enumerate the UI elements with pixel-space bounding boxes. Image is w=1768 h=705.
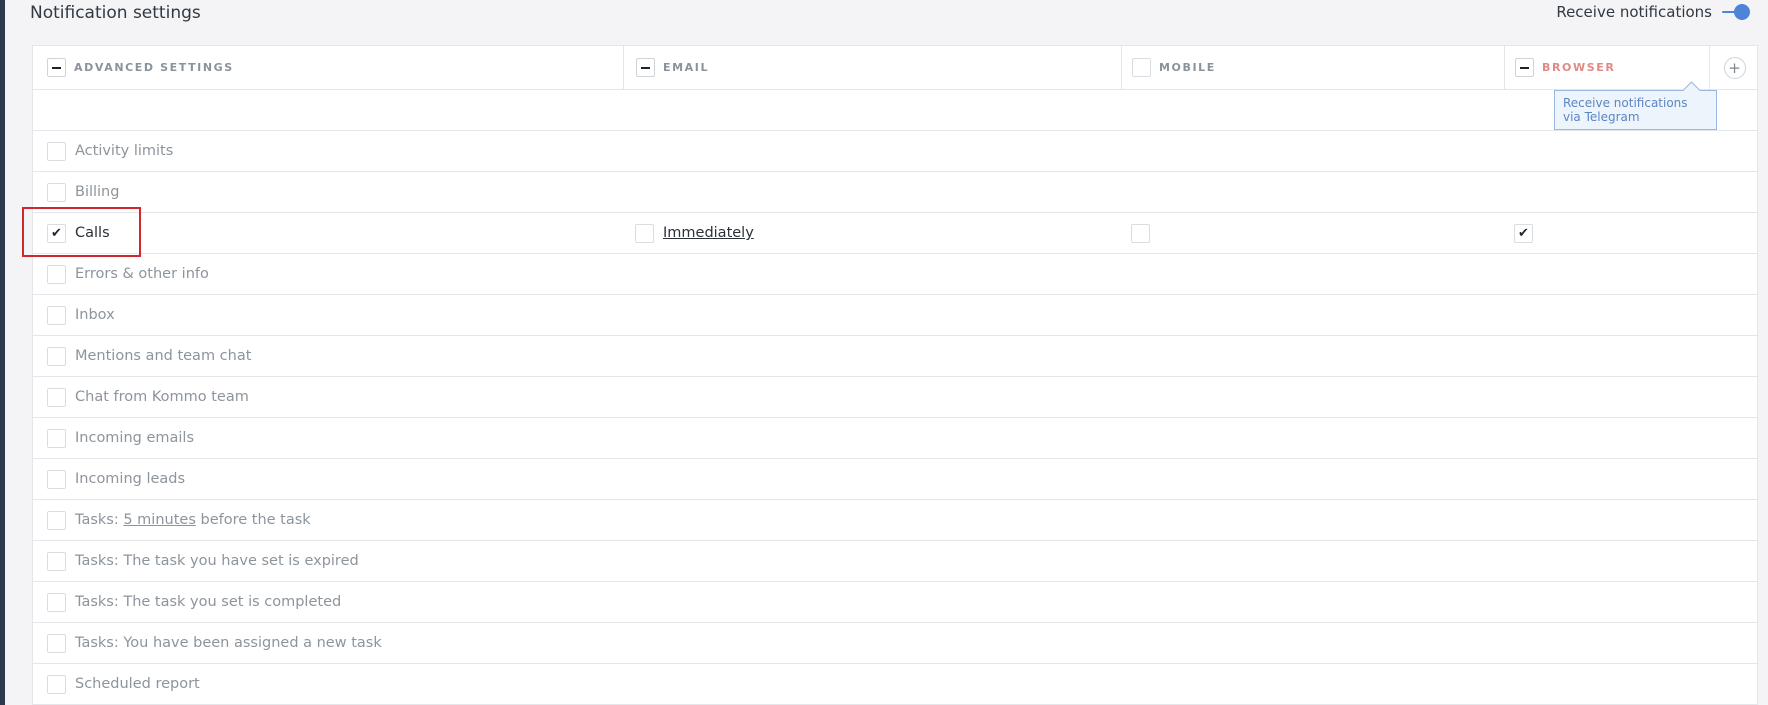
advanced-settings-select-all-checkbox[interactable] — [47, 58, 66, 77]
calls-email-frequency-link[interactable]: Immediately — [663, 225, 754, 241]
row-checkbox[interactable] — [47, 305, 66, 325]
table-row: Billing — [33, 172, 1757, 213]
table-row: Scheduled report — [33, 664, 1757, 705]
row-label: Mentions and team chat — [75, 348, 252, 364]
row-label: Tasks: The task you set is completed — [75, 594, 342, 610]
row-checkbox[interactable] — [47, 510, 66, 530]
header-email-label: EMAIL — [663, 61, 710, 74]
row-checkbox[interactable] — [47, 264, 66, 284]
row-checkbox[interactable] — [47, 633, 66, 653]
row-label: Errors & other info — [75, 266, 209, 282]
toggle-knob — [1734, 4, 1750, 20]
header-mobile-label: MOBILE — [1159, 61, 1216, 74]
calls-checkbox[interactable]: ✔ — [47, 223, 66, 243]
table-row: Activity limits — [33, 131, 1757, 172]
email-select-all-checkbox[interactable] — [636, 58, 655, 77]
row-label: Scheduled report — [75, 676, 200, 692]
row-checkbox[interactable] — [47, 674, 66, 694]
settings-list: Activity limits Billing ✔ Calls Immediat… — [33, 131, 1757, 705]
row-checkbox[interactable] — [47, 469, 66, 489]
table-row: Incoming emails — [33, 418, 1757, 459]
row-label: Tasks: The task you have set is expired — [75, 553, 359, 569]
table-row: Mentions and team chat — [33, 336, 1757, 377]
row-label: Billing — [75, 184, 120, 200]
calls-mobile-checkbox[interactable] — [1131, 223, 1150, 243]
task-reminder-time-link[interactable]: 5 minutes — [123, 512, 196, 528]
table-row: Tasks: You have been assigned a new task — [33, 623, 1757, 664]
calls-browser-checkbox[interactable]: ✔ — [1514, 223, 1533, 243]
table-row-calls: ✔ Calls Immediately ✔ — [33, 213, 1757, 254]
mobile-select-all-checkbox[interactable] — [1132, 58, 1151, 77]
plus-icon: + — [1728, 58, 1741, 77]
row-checkbox[interactable] — [47, 428, 66, 448]
header-browser: BROWSER — [1504, 46, 1709, 89]
notification-settings-panel: ADVANCED SETTINGS EMAIL MOBILE BROWSER +… — [32, 45, 1758, 705]
receive-notifications-toggle[interactable] — [1722, 4, 1750, 20]
row-checkbox[interactable] — [47, 141, 66, 161]
empty-row — [33, 89, 1757, 131]
browser-select-all-checkbox[interactable] — [1515, 58, 1534, 77]
row-label: Incoming emails — [75, 430, 195, 446]
table-header: ADVANCED SETTINGS EMAIL MOBILE BROWSER + — [33, 46, 1757, 90]
row-checkbox[interactable] — [47, 387, 66, 407]
table-row: Incoming leads — [33, 459, 1757, 500]
row-label: Incoming leads — [75, 471, 186, 487]
row-label: Inbox — [75, 307, 115, 323]
receive-notifications-label: Receive notifications — [1556, 3, 1712, 21]
table-row: Chat from Kommo team — [33, 377, 1757, 418]
table-row: Errors & other info — [33, 254, 1757, 295]
left-edge-strip — [0, 0, 5, 705]
header-browser-label: BROWSER — [1542, 61, 1616, 74]
header-advanced-settings: ADVANCED SETTINGS — [33, 46, 623, 89]
row-label-suffix: before the task — [200, 512, 311, 528]
header-advanced-settings-label: ADVANCED SETTINGS — [74, 61, 234, 74]
row-label: Activity limits — [75, 143, 174, 159]
row-checkbox[interactable] — [47, 592, 66, 612]
table-row: Tasks: The task you have set is expired — [33, 541, 1757, 582]
telegram-tooltip: Receive notifications via Telegram — [1554, 90, 1717, 130]
receive-notifications-control[interactable]: Receive notifications — [1556, 3, 1750, 21]
calls-email-checkbox[interactable] — [635, 223, 654, 243]
header-mobile: MOBILE — [1121, 46, 1504, 89]
row-label-prefix: Tasks: — [75, 512, 119, 528]
table-row: Tasks: 5 minutes before the task — [33, 500, 1757, 541]
checkmark-icon: ✔ — [1518, 225, 1529, 241]
row-checkbox[interactable] — [47, 551, 66, 571]
table-row: Tasks: The task you set is completed — [33, 582, 1757, 623]
checkmark-icon: ✔ — [51, 225, 62, 241]
row-label: Tasks: 5 minutes before the task — [75, 512, 311, 528]
header-add-channel: + — [1709, 46, 1759, 89]
add-channel-button[interactable]: + — [1723, 56, 1746, 79]
header-email: EMAIL — [623, 46, 1121, 89]
row-label: Chat from Kommo team — [75, 389, 249, 405]
row-checkbox[interactable] — [47, 182, 66, 202]
table-row: Inbox — [33, 295, 1757, 336]
row-label: Tasks: You have been assigned a new task — [75, 635, 382, 651]
row-checkbox[interactable] — [47, 346, 66, 366]
page-title: Notification settings — [30, 3, 201, 23]
row-label: Calls — [75, 225, 110, 241]
